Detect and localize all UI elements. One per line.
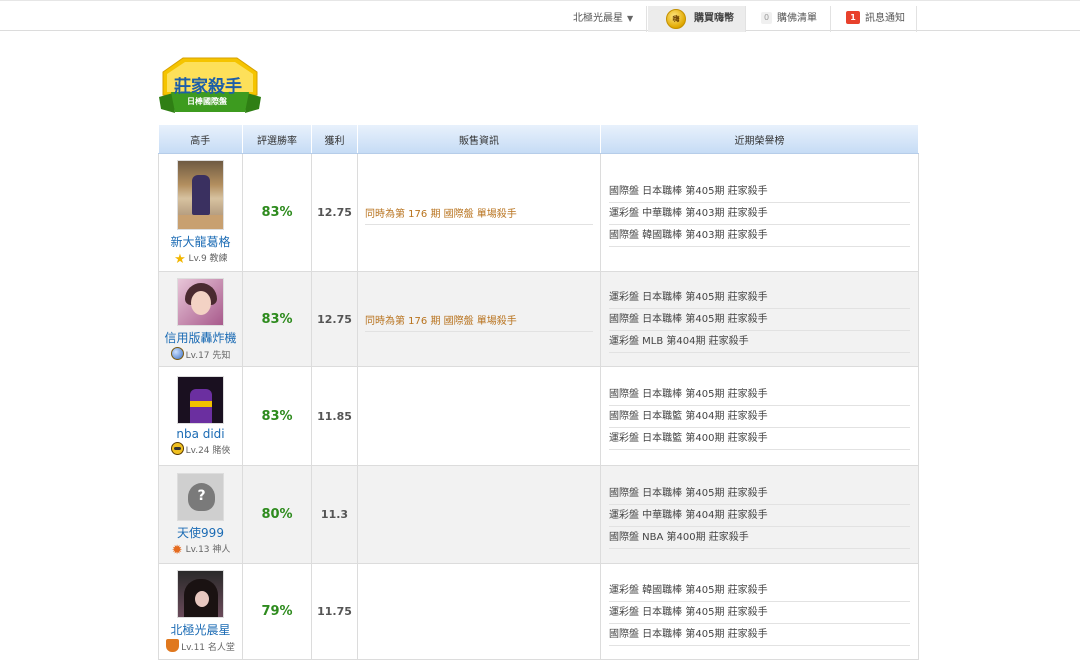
- profit-value: 12.75: [311, 153, 358, 272]
- divider: [646, 6, 647, 32]
- chevron-down-icon: ▼: [627, 14, 634, 23]
- level-label: Lv.24 賭俠: [159, 442, 242, 456]
- sale-info-link[interactable]: 同時為第 176 期 國際盤 單場殺手: [365, 312, 593, 332]
- expert-cell: nba didi Lv.24 賭俠: [158, 366, 243, 466]
- expert-name-link[interactable]: 新大龍葛格: [159, 233, 242, 250]
- expert-name-link[interactable]: nba didi: [159, 427, 242, 441]
- honor-item: 國際盤 日本職棒 第405期 莊家殺手: [609, 624, 910, 646]
- table-row: 信用版轟炸機 Lv.17 先知 83% 12.75 同時為第 176 期 國際盤…: [158, 271, 919, 367]
- expert-cell: 新大龍葛格 ★ Lv.9 教練: [158, 153, 243, 272]
- honor-item: 運彩盤 日本職棒 第405期 莊家殺手: [609, 602, 910, 624]
- divider: [830, 6, 831, 32]
- honor-item: 運彩盤 日本職籃 第400期 莊家殺手: [609, 428, 910, 450]
- ranking-table: 高手 評選勝率 獲利 販售資訊 近期榮譽榜 新大龍葛格 ★ Lv.9 教練 83%…: [158, 125, 919, 660]
- column-header: 販售資訊: [357, 125, 601, 154]
- sale-info-cell: [357, 366, 601, 466]
- win-rate: 83%: [242, 366, 312, 466]
- moon-icon: [170, 346, 184, 360]
- buy-coin-label: 購買嗨幣: [694, 13, 734, 24]
- user-menu[interactable]: 北極光晨星 ▼: [562, 6, 646, 32]
- honor-item: 國際盤 日本職棒 第405期 莊家殺手: [609, 483, 910, 505]
- profit-value: 11.3: [311, 465, 358, 564]
- honor-item: 國際盤 日本職棒 第405期 莊家殺手: [609, 309, 910, 331]
- table-row: 北極光晨星 Lv.11 名人堂 79% 11.75 運彩盤 韓國職棒 第405期…: [158, 563, 919, 660]
- avatar[interactable]: [177, 570, 224, 618]
- sale-info-link[interactable]: 同時為第 176 期 國際盤 單場殺手: [365, 205, 593, 225]
- avatar[interactable]: [177, 159, 224, 230]
- honor-cell: 國際盤 日本職棒 第405期 莊家殺手 國際盤 日本職籃 第404期 莊家殺手 …: [600, 366, 919, 466]
- cart-count-badge: 0: [761, 12, 772, 24]
- sale-info-cell: 同時為第 176 期 國際盤 單場殺手: [357, 153, 601, 272]
- avatar[interactable]: [177, 277, 224, 326]
- honor-cell: 國際盤 日本職棒 第405期 莊家殺手 運彩盤 中華職棒 第404期 莊家殺手 …: [600, 465, 919, 564]
- win-rate: 83%: [242, 271, 312, 367]
- star-icon: ★: [174, 251, 186, 267]
- sun-icon: ✹: [171, 542, 183, 558]
- level-label: ✹ Lv.13 神人: [171, 542, 231, 558]
- table-row: nba didi Lv.24 賭俠 83% 11.85 國際盤 日本職棒 第40…: [158, 366, 919, 466]
- honor-item: 國際盤 NBA 第400期 莊家殺手: [609, 527, 910, 549]
- coin-icon: 嗨: [666, 9, 686, 29]
- cart-button[interactable]: 0 購佛清單: [746, 6, 830, 32]
- expert-name-link[interactable]: 天使999: [159, 524, 242, 541]
- dice-icon: [170, 442, 184, 455]
- logo-title: 莊家殺手: [174, 77, 242, 97]
- shield-icon: [166, 639, 180, 652]
- notification-label: 訊息通知: [865, 13, 905, 24]
- divider: [916, 6, 917, 32]
- sale-info-cell: [357, 563, 601, 660]
- table-row: 新大龍葛格 ★ Lv.9 教練 83% 12.75 同時為第 176 期 國際盤 …: [158, 153, 919, 272]
- honor-item: 運彩盤 韓國職棒 第405期 莊家殺手: [609, 580, 910, 602]
- expert-cell: 北極光晨星 Lv.11 名人堂: [158, 563, 243, 660]
- honor-item: 國際盤 日本職棒 第405期 莊家殺手: [609, 181, 910, 203]
- column-header: 近期榮譽榜: [600, 125, 919, 154]
- logo-subtitle: 日棒國際盤: [187, 97, 227, 106]
- honor-item: 運彩盤 中華職棒 第404期 莊家殺手: [609, 505, 910, 527]
- username-label: 北極光晨星: [573, 13, 623, 24]
- profit-value: 11.75: [311, 563, 358, 660]
- honor-item: 國際盤 韓國職棒 第403期 莊家殺手: [609, 225, 910, 247]
- notification-button[interactable]: 1 訊息通知: [832, 6, 916, 32]
- sale-info-cell: [357, 465, 601, 564]
- notification-count-badge: 1: [846, 11, 860, 24]
- sale-info-cell: 同時為第 176 期 國際盤 單場殺手: [357, 271, 601, 367]
- level-label: ★ Lv.9 教練: [174, 251, 228, 267]
- column-header: 獲利: [311, 125, 358, 154]
- level-label: Lv.17 先知: [159, 346, 242, 361]
- honor-cell: 運彩盤 韓國職棒 第405期 莊家殺手 運彩盤 日本職棒 第405期 莊家殺手 …: [600, 563, 919, 660]
- win-rate: 79%: [242, 563, 312, 660]
- column-header: 高手: [158, 125, 243, 154]
- profit-value: 11.85: [311, 366, 358, 466]
- honor-item: 國際盤 日本職籃 第404期 莊家殺手: [609, 406, 910, 428]
- honor-item: 國際盤 日本職棒 第405期 莊家殺手: [609, 384, 910, 406]
- cart-label: 購佛清單: [777, 13, 817, 24]
- expert-name-link[interactable]: 北極光晨星: [159, 621, 242, 638]
- buy-coin-button[interactable]: 嗨 購買嗨幣: [648, 6, 745, 32]
- honor-cell: 國際盤 日本職棒 第405期 莊家殺手 運彩盤 中華職棒 第403期 莊家殺手 …: [600, 153, 919, 272]
- honor-item: 運彩盤 中華職棒 第403期 莊家殺手: [609, 203, 910, 225]
- bookmaker-killer-logo: 莊家殺手 日棒國際盤: [159, 55, 261, 117]
- table-row: ? 天使999 ✹ Lv.13 神人 80% 11.3 國際盤 日本職棒 第405…: [158, 465, 919, 564]
- expert-cell: 信用版轟炸機 Lv.17 先知: [158, 271, 243, 367]
- profit-value: 12.75: [311, 271, 358, 367]
- level-label: Lv.11 名人堂: [159, 639, 242, 653]
- honor-item: 運彩盤 MLB 第404期 莊家殺手: [609, 331, 910, 353]
- column-header: 評選勝率: [242, 125, 312, 154]
- avatar[interactable]: [177, 376, 224, 424]
- honor-cell: 運彩盤 日本職棒 第405期 莊家殺手 國際盤 日本職棒 第405期 莊家殺手 …: [600, 271, 919, 367]
- win-rate: 83%: [242, 153, 312, 272]
- avatar[interactable]: ?: [177, 472, 224, 521]
- table-header-row: 高手 評選勝率 獲利 販售資訊 近期榮譽榜: [158, 125, 919, 154]
- win-rate: 80%: [242, 465, 312, 564]
- top-bar: 北極光晨星 ▼ 嗨 購買嗨幣 0 購佛清單 1 訊息通知: [0, 0, 1080, 32]
- honor-item: 運彩盤 日本職棒 第405期 莊家殺手: [609, 287, 910, 309]
- expert-cell: ? 天使999 ✹ Lv.13 神人: [158, 465, 243, 564]
- expert-name-link[interactable]: 信用版轟炸機: [159, 329, 242, 346]
